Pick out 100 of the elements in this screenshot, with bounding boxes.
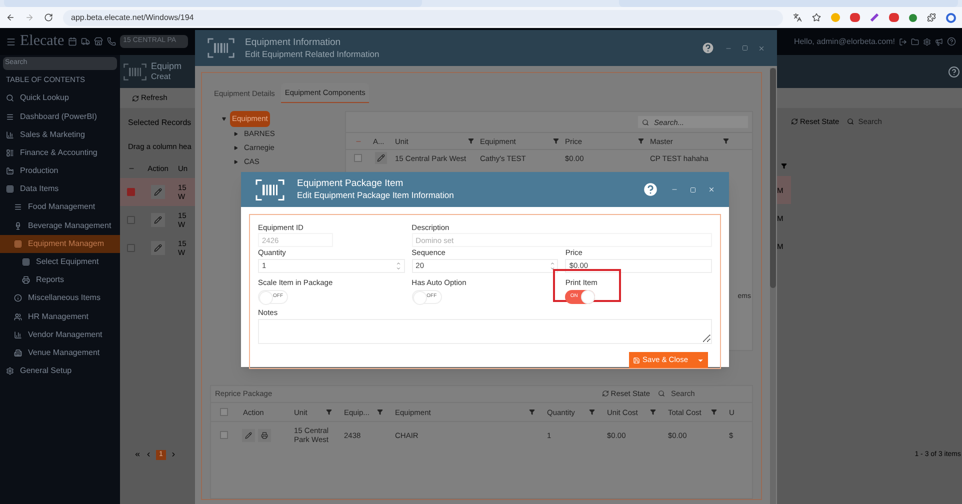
nav-icon [14,330,22,339]
logout-icon[interactable] [899,38,907,46]
nav-icon [6,148,14,157]
forward-icon[interactable] [25,13,34,22]
filter-icon[interactable] [781,163,787,170]
next-page-icon[interactable] [170,451,177,458]
edit-icon[interactable] [375,152,387,164]
megaphone-icon[interactable] [935,38,943,46]
truck-icon[interactable] [81,37,90,46]
print-icon[interactable] [258,428,271,442]
row-checkbox[interactable] [220,431,228,440]
nav-icon [22,276,30,284]
notes-field[interactable] [258,319,712,344]
nav-item[interactable]: Sales & Marketing [0,126,120,144]
folder-icon[interactable] [911,38,919,46]
increment-icon[interactable] [550,260,555,266]
filter-icon[interactable] [326,409,332,416]
nav-icon [14,240,22,248]
select-all-checkbox[interactable] [220,408,228,416]
filter-icon[interactable] [723,138,729,144]
extension-icon[interactable] [870,13,879,22]
filter-icon[interactable] [553,138,559,144]
phone-icon[interactable] [107,37,116,46]
store-icon[interactable] [94,37,104,46]
reload-icon[interactable] [44,13,53,22]
barcode-icon [123,62,147,82]
nav-icon [6,167,14,176]
menu-icon[interactable] [6,36,16,46]
decrement-icon[interactable] [550,266,555,270]
nav-item[interactable]: Equipment Managem [0,234,120,253]
nav-icon [6,367,14,376]
expand-icon[interactable] [234,160,238,164]
expand-icon[interactable] [222,116,226,121]
nav-item[interactable]: Production [0,162,120,180]
maximize-icon[interactable] [742,45,748,51]
reset-icon [602,390,609,397]
nav-item[interactable]: HR Management [0,308,120,326]
filter-icon[interactable] [589,409,595,416]
nav-item[interactable]: Quick Lookup [0,89,120,108]
address-bar[interactable]: app.beta.elecate.net/Windows/194 [63,10,783,26]
edit-icon[interactable] [151,185,165,200]
back-icon[interactable] [6,13,15,22]
extensions-icon[interactable] [927,13,936,22]
nav-item[interactable]: Dashboard (PowerBI) [0,107,120,126]
nav-item[interactable]: Food Management [0,198,120,217]
help-icon[interactable] [947,37,956,46]
search-icon [642,118,649,126]
barcode-icon [255,178,285,202]
nav-item[interactable]: Select Equipment [0,252,120,272]
filter-icon[interactable] [638,138,644,144]
nav-icon [6,94,14,102]
edit-icon[interactable] [151,241,165,256]
page-title: Equipm [151,60,182,72]
nav-icon [6,130,14,139]
window-subtitle: Edit Equipment Related Information [245,48,380,60]
nav-item[interactable]: Vendor Management [0,326,120,344]
minimize-icon[interactable] [671,186,678,193]
edit-icon[interactable] [242,428,255,442]
nav-item[interactable]: Beverage Management [0,216,120,235]
search-icon [658,390,665,397]
filter-icon[interactable] [529,409,535,416]
row-checkbox[interactable] [127,188,135,196]
barcode-icon [207,37,235,59]
close-icon[interactable] [758,44,765,52]
translate-icon[interactable] [793,13,802,22]
filter-icon[interactable] [468,138,474,144]
filter-icon[interactable] [650,409,656,416]
help-icon[interactable] [642,181,659,198]
help-icon[interactable] [701,41,715,55]
nav-icon [14,348,22,357]
calendar-icon[interactable] [68,37,78,46]
search-icon [847,118,854,126]
profile-icon[interactable] [946,12,956,22]
nav-icon [22,258,30,266]
row-checkbox[interactable] [127,244,135,252]
nav-item[interactable]: General Setup [0,362,120,380]
first-page-icon[interactable] [134,451,141,458]
row-checkbox[interactable] [127,216,135,224]
nav-icon [14,312,22,321]
settings-icon[interactable] [923,38,931,46]
expand-icon[interactable] [234,146,238,150]
nav-item[interactable]: Finance & Accounting [0,144,120,162]
previous-page-icon[interactable] [145,451,152,458]
decrement-icon[interactable] [396,266,402,270]
refresh-icon [132,94,139,102]
bookmark-icon[interactable] [812,13,821,22]
nav-item[interactable]: Reports [0,271,120,290]
increment-icon[interactable] [396,260,402,266]
nav-icon [14,222,22,230]
extension-icon[interactable] [909,14,917,22]
expand-icon[interactable] [234,132,238,136]
nav-item[interactable]: Venue Management [0,344,120,362]
nav-item[interactable]: Miscellaneous Items [0,289,120,308]
filter-icon[interactable] [711,409,717,416]
edit-icon[interactable] [151,213,165,228]
filter-icon[interactable] [377,409,383,416]
help-icon[interactable] [948,66,960,78]
nav-item[interactable]: Data Items [0,180,120,198]
row-checkbox[interactable] [354,154,362,162]
nav-icon [6,185,14,194]
